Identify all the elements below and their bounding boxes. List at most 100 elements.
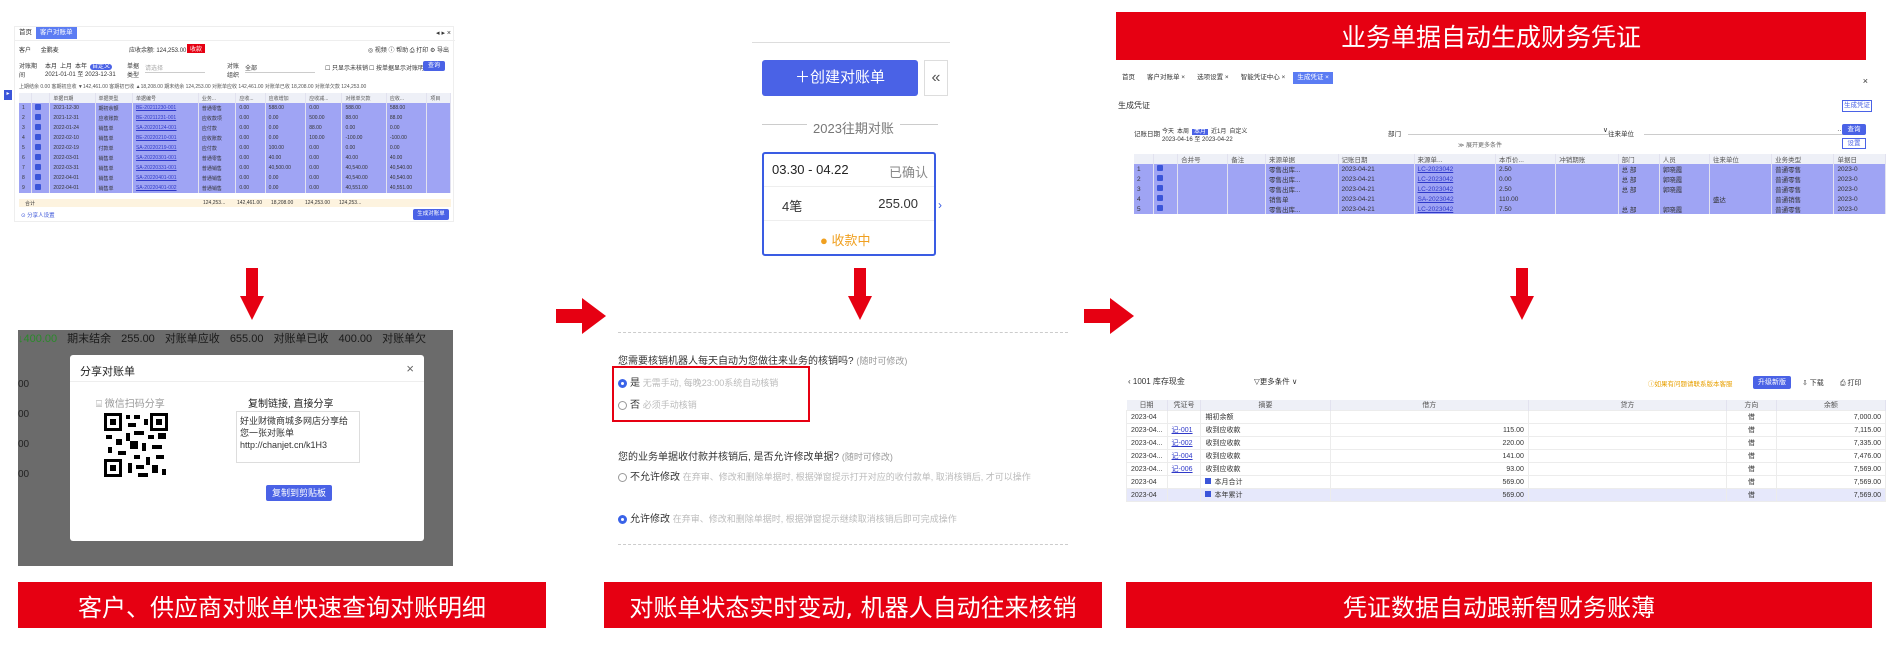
copy-to-clipboard-button[interactable]: 复制到剪贴板 xyxy=(266,485,332,501)
partner-select[interactable]: … xyxy=(1644,126,1844,135)
period-range[interactable]: 2021-01-01 至 2023-12-31 xyxy=(45,69,116,78)
cell-voucher[interactable]: 记-002 xyxy=(1166,436,1202,450)
checkbox-icon[interactable] xyxy=(1156,195,1163,201)
option-unverified[interactable]: ☐ 只显示未核销 xyxy=(325,63,368,72)
option-allow[interactable]: 允许修改 在弃审、修改和删除单据时, 根据弹窗提示继续取消核销后即可完成操作 xyxy=(618,510,957,525)
window-controls[interactable]: ◂ ▸ × xyxy=(436,29,451,37)
cell-doc-link[interactable]: SA-20220401-001 xyxy=(132,173,199,183)
voucher-tab[interactable]: 智能凭证中心 × xyxy=(1237,72,1290,84)
table-row[interactable]: 2 2021-12-31 应收账款 BE-20211231-001 应收款项 0.00 0.… xyxy=(19,113,451,123)
expand-more-link[interactable]: ≫ 展开更多条件 xyxy=(1458,140,1502,149)
cell-doc-link[interactable]: LC-2023042 xyxy=(1414,164,1496,174)
download-button[interactable]: ⇩ 下载 xyxy=(1802,378,1824,388)
share-people-link[interactable]: ⊙ 分享人设置 xyxy=(21,211,55,219)
ledger-row[interactable]: 2023-04 本月合计 569.00 借 7,569.00 xyxy=(1126,475,1886,489)
ledger-row[interactable]: 2023-04... 记-004 收到应收款 141.00 借 7,476.00 xyxy=(1126,449,1886,463)
share-textbox[interactable]: 好业财微商城多网店分享给您一张对账单 http://chanjet.cn/k1H… xyxy=(236,411,360,463)
doc-type-select[interactable]: 请选择 xyxy=(145,63,205,73)
cell-doc-link[interactable]: BE-20211230-001 xyxy=(132,103,199,113)
voucher-tab[interactable]: 客户对账单 × xyxy=(1143,72,1189,84)
row-checkbox[interactable] xyxy=(31,173,51,183)
voucher-tab[interactable]: 首页 xyxy=(1118,72,1139,84)
settings-button[interactable]: 设置 xyxy=(1842,138,1866,149)
checkbox-icon[interactable] xyxy=(1156,165,1163,171)
date-range[interactable]: 2023-04-16 至 2023-04-22 xyxy=(1162,134,1233,143)
cell-doc-link[interactable]: SA-20220301-001 xyxy=(132,153,199,163)
ledger-row[interactable]: 2023-04 期初余额 借 7,000.00 xyxy=(1126,410,1886,424)
cell-doc-link[interactable]: SA-20220401-002 xyxy=(132,183,199,193)
checkbox-icon[interactable] xyxy=(1156,185,1163,191)
more-filter-button[interactable]: ▽更多条件 ∨ xyxy=(1254,376,1297,387)
row-checkbox[interactable] xyxy=(31,163,51,173)
table-row[interactable]: 7 2022-03-31 销售单 SA-20220331-001 普通销售 0.00 40,… xyxy=(19,163,451,173)
cell-voucher[interactable]: 记-004 xyxy=(1166,449,1202,463)
cell-doc-link[interactable]: SA-2023042 xyxy=(1414,194,1496,204)
checkbox-icon[interactable] xyxy=(35,124,42,130)
table-row[interactable]: 5 零售出库... 2023-04-21 LC-2023042 7.50 总 部郭晓霞 普通… xyxy=(1134,204,1886,214)
row-checkbox[interactable] xyxy=(1153,174,1179,184)
ledger-row[interactable]: 2023-04... 记-006 收到应收款 93.00 借 7,569.00 xyxy=(1126,462,1886,476)
radio-disallow[interactable] xyxy=(618,472,627,482)
table-row[interactable]: 3 零售出库... 2023-04-21 LC-2023042 2.50 总 部郭晓霞 普通… xyxy=(1134,184,1886,194)
statement-card[interactable]: 03.30 - 04.22 已确认 4笔 255.00 ● 收款中 › xyxy=(762,152,942,256)
row-checkbox[interactable] xyxy=(31,153,51,163)
table-row[interactable]: 1 零售出库... 2023-04-21 LC-2023042 2.50 总 部郭晓霞 普通… xyxy=(1134,164,1886,174)
row-checkbox[interactable] xyxy=(1153,184,1179,194)
query-button[interactable]: 查询 xyxy=(423,61,445,71)
checkbox-icon[interactable] xyxy=(35,164,42,170)
checkbox-icon[interactable] xyxy=(35,104,42,110)
row-checkbox[interactable] xyxy=(1153,164,1179,174)
tab-customer-statement[interactable]: 客户对账单 xyxy=(36,27,77,39)
checkbox-icon[interactable] xyxy=(1156,205,1163,211)
checkbox-icon[interactable] xyxy=(35,184,42,190)
side-toggle[interactable]: ▸ xyxy=(4,90,12,100)
row-checkbox[interactable] xyxy=(31,143,51,153)
table-row[interactable]: 1 2021-12-30 期初余额 BE-20211230-001 普通零售 0.00 58… xyxy=(19,103,451,113)
option-no[interactable]: 否 必须手动核销 xyxy=(618,396,697,411)
cell-doc-link[interactable]: LC-2023042 xyxy=(1414,184,1496,194)
option-by-doc[interactable]: ☐ 按单据显示对账明细 xyxy=(369,63,430,72)
table-row[interactable]: 6 2022-03-01 销售单 SA-20220301-001 普通零售 0.00 40.… xyxy=(19,153,451,163)
generate-statement-button[interactable]: 生成对账单 xyxy=(413,209,449,220)
table-row[interactable]: 9 2022-04-01 销售单 SA-20220401-002 普通销售 0.00 0.0… xyxy=(19,183,451,193)
cell-doc-link[interactable]: LC-2023042 xyxy=(1414,174,1496,184)
collapse-icon[interactable]: « xyxy=(924,60,948,96)
cell-voucher[interactable]: 记-006 xyxy=(1166,462,1202,476)
row-checkbox[interactable] xyxy=(31,183,51,193)
customer-select[interactable]: 金鹏麦 xyxy=(41,48,59,54)
table-row[interactable]: 3 2022-01-24 销售单 SA-20220124-001 应付款 0.00 0.00… xyxy=(19,123,451,133)
table-row[interactable]: 4 销售单 2023-04-21 SA-2023042 110.00 盛达 普通销售 2023… xyxy=(1134,194,1886,204)
checkbox-icon[interactable] xyxy=(35,134,42,140)
voucher-tab[interactable]: 选项设置 × xyxy=(1193,72,1233,84)
checkbox-icon[interactable] xyxy=(35,114,42,120)
cell-doc-link[interactable]: SA-20220331-001 xyxy=(132,163,199,173)
toolbar-actions[interactable]: ◎ 视频 ⓘ 帮助 ⎙ 打印 ⚙ 导出 xyxy=(368,45,449,55)
checkbox-icon[interactable] xyxy=(35,144,42,150)
org-select[interactable]: 全部 xyxy=(245,63,315,73)
checkbox-icon[interactable] xyxy=(35,154,42,160)
option-yes[interactable]: 是 无需手动, 每晚23:00系统自动核销 xyxy=(618,374,778,389)
table-row[interactable]: 2 零售出库... 2023-04-21 LC-2023042 0.00 总 部郭晓霞 普通… xyxy=(1134,174,1886,184)
table-row[interactable]: 8 2022-04-01 销售单 SA-20220401-001 普通销售 0.00 0.0… xyxy=(19,173,451,183)
close-icon[interactable]: × xyxy=(1863,76,1868,86)
close-icon[interactable]: × xyxy=(406,361,414,376)
print-button[interactable]: ⎙ 打印 xyxy=(1840,378,1862,388)
cell-doc-link[interactable]: BE-20211231-001 xyxy=(132,113,199,123)
tab-home[interactable]: 首页 xyxy=(15,27,36,39)
row-checkbox[interactable] xyxy=(1153,194,1179,204)
checkbox-icon[interactable] xyxy=(1156,175,1163,181)
cell-doc-link[interactable]: SA-20220219-001 xyxy=(132,143,199,153)
receive-tag[interactable]: 收款 xyxy=(187,44,206,53)
radio-allow[interactable] xyxy=(618,514,627,524)
upgrade-button[interactable]: 升级新版 xyxy=(1753,376,1791,389)
create-statement-button[interactable]: ＋创建对账单 xyxy=(762,60,918,96)
row-checkbox[interactable] xyxy=(31,133,51,143)
table-row[interactable]: 4 2022-02-10 销售单 BE-20220210-001 应收账款 0.00 0.0… xyxy=(19,133,451,143)
dept-select[interactable]: ∨ xyxy=(1408,127,1608,135)
row-checkbox[interactable] xyxy=(31,123,51,133)
checkbox-icon[interactable] xyxy=(35,174,42,180)
cell-doc-link[interactable]: LC-2023042 xyxy=(1414,204,1496,214)
cell-voucher[interactable]: 记-001 xyxy=(1166,423,1202,437)
ledger-row[interactable]: 2023-04... 记-002 收到应收款 220.00 借 7,335.00 xyxy=(1126,436,1886,450)
generate-voucher-button[interactable]: 生成凭证 xyxy=(1842,100,1872,112)
